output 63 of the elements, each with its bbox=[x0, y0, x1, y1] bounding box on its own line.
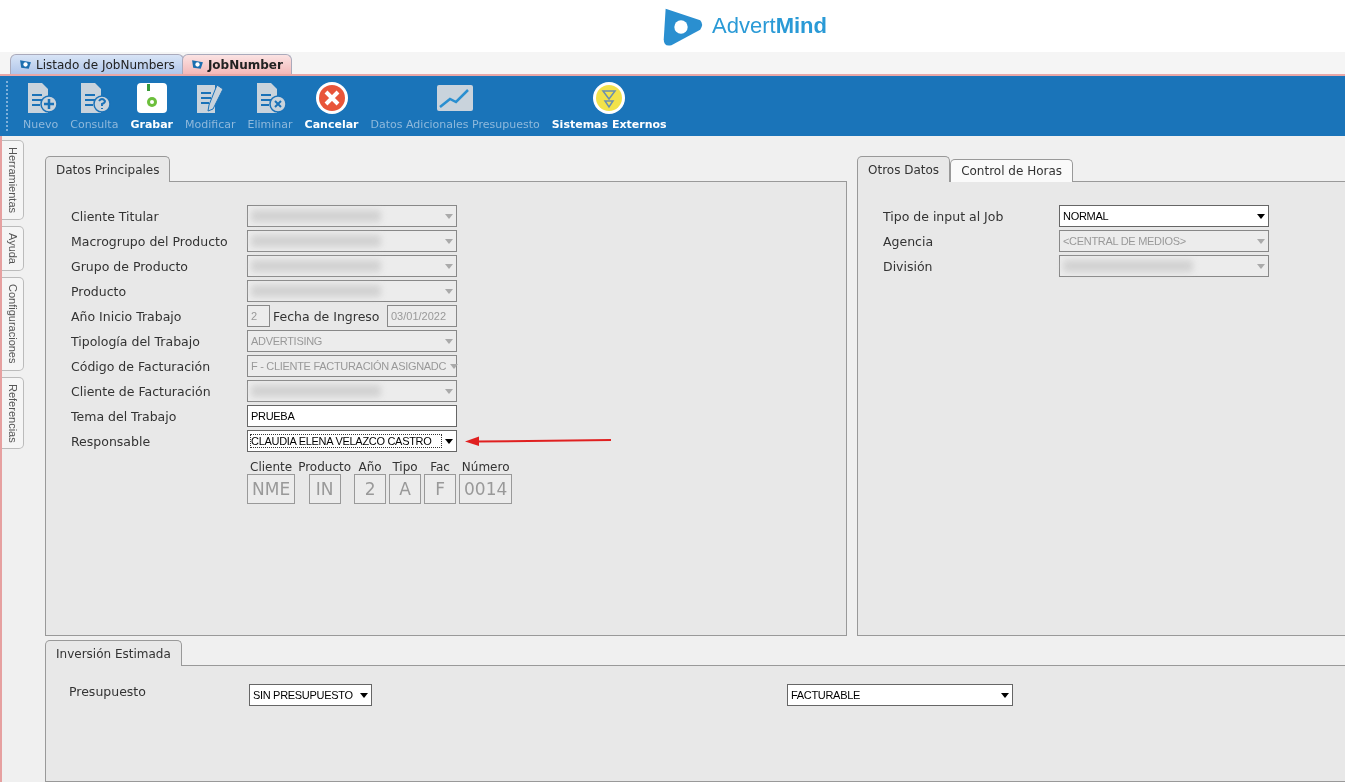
text-field[interactable]: PRUEBA bbox=[247, 405, 457, 427]
dropdown-field[interactable]: NORMAL bbox=[1059, 205, 1269, 227]
caret-icon bbox=[1257, 238, 1265, 244]
field-label: Responsable bbox=[71, 433, 152, 449]
field-label: Presupuesto bbox=[69, 684, 146, 699]
panel-tab[interactable]: Otros Datos bbox=[857, 156, 951, 182]
field-label: Código de Facturación bbox=[71, 358, 212, 374]
caret-icon bbox=[445, 288, 453, 294]
side-tab[interactable]: Configuraciones bbox=[2, 277, 24, 371]
code-field: 0014 bbox=[459, 474, 513, 504]
caret-icon bbox=[1257, 263, 1265, 269]
document-tab[interactable]: Listado de JobNumbers bbox=[10, 54, 184, 74]
toolbar-button[interactable]: Grabar bbox=[127, 81, 177, 131]
code-label: Número bbox=[461, 460, 510, 474]
code-label: Fac bbox=[430, 460, 450, 474]
code-label: Cliente bbox=[250, 460, 293, 474]
side-tab[interactable]: Herramientas bbox=[2, 140, 24, 221]
caret-icon bbox=[445, 338, 453, 344]
code-field: IN bbox=[308, 474, 341, 504]
field-label: Agencia bbox=[883, 233, 935, 249]
panel-tab[interactable]: Control de Horas bbox=[950, 159, 1074, 182]
document-tab[interactable]: JobNumber bbox=[181, 54, 292, 74]
field-label: Tipo de input al Job bbox=[883, 208, 1005, 224]
field-label: Grupo de Producto bbox=[71, 258, 189, 274]
toolbar-button[interactable]: Sistemas Externos bbox=[548, 81, 670, 131]
code-label: Año bbox=[358, 460, 382, 474]
caret-icon bbox=[1257, 213, 1265, 219]
logo-icon bbox=[190, 58, 204, 71]
toolbar-button[interactable]: Cancelar bbox=[301, 81, 362, 131]
caret-icon bbox=[450, 363, 459, 369]
cancel-icon bbox=[314, 81, 349, 115]
field-label: Fecha de Ingreso bbox=[273, 308, 380, 324]
code-field: NME bbox=[247, 474, 296, 504]
field-label: Cliente de Facturación bbox=[71, 383, 212, 399]
logo-icon bbox=[19, 58, 32, 71]
chart-icon bbox=[436, 83, 475, 113]
caret-icon bbox=[445, 388, 453, 394]
code-field: 2 bbox=[354, 474, 387, 504]
panel-tab[interactable]: Datos Principales bbox=[45, 156, 171, 182]
code-field: F bbox=[424, 474, 457, 504]
side-tab[interactable]: Ayuda bbox=[2, 226, 24, 272]
code-field: A bbox=[389, 474, 422, 504]
dropdown-field[interactable]: FACTURABLE bbox=[786, 684, 1013, 706]
dropdown-field[interactable]: CLAUDIA ELENA VELAZCO CASTRO bbox=[247, 430, 457, 452]
caret-icon bbox=[1000, 692, 1009, 698]
caret-icon bbox=[445, 263, 453, 269]
caret-icon bbox=[445, 438, 453, 444]
field-label: Cliente Titular bbox=[71, 208, 160, 224]
panel-tab[interactable]: Inversión Estimada bbox=[45, 640, 182, 666]
side-tab[interactable]: Referencias bbox=[2, 376, 24, 450]
field-label: Tipología del Trabajo bbox=[71, 333, 201, 349]
caret-icon bbox=[445, 213, 453, 219]
field-label: Producto bbox=[71, 283, 128, 299]
code-label: Producto bbox=[298, 460, 352, 474]
field-label: Tema del Trabajo bbox=[71, 408, 178, 424]
dropdown-field[interactable]: SIN PRESUPUESTO bbox=[248, 684, 372, 706]
field-label: Macrogrupo del Producto bbox=[71, 233, 229, 249]
field-label: Año Inicio Trabajo bbox=[71, 308, 183, 324]
caret-icon bbox=[445, 238, 453, 244]
caret-icon bbox=[359, 692, 368, 698]
logo-text: AdvertMind bbox=[712, 13, 827, 39]
code-label: Tipo bbox=[392, 460, 418, 474]
field-label: División bbox=[883, 258, 934, 274]
